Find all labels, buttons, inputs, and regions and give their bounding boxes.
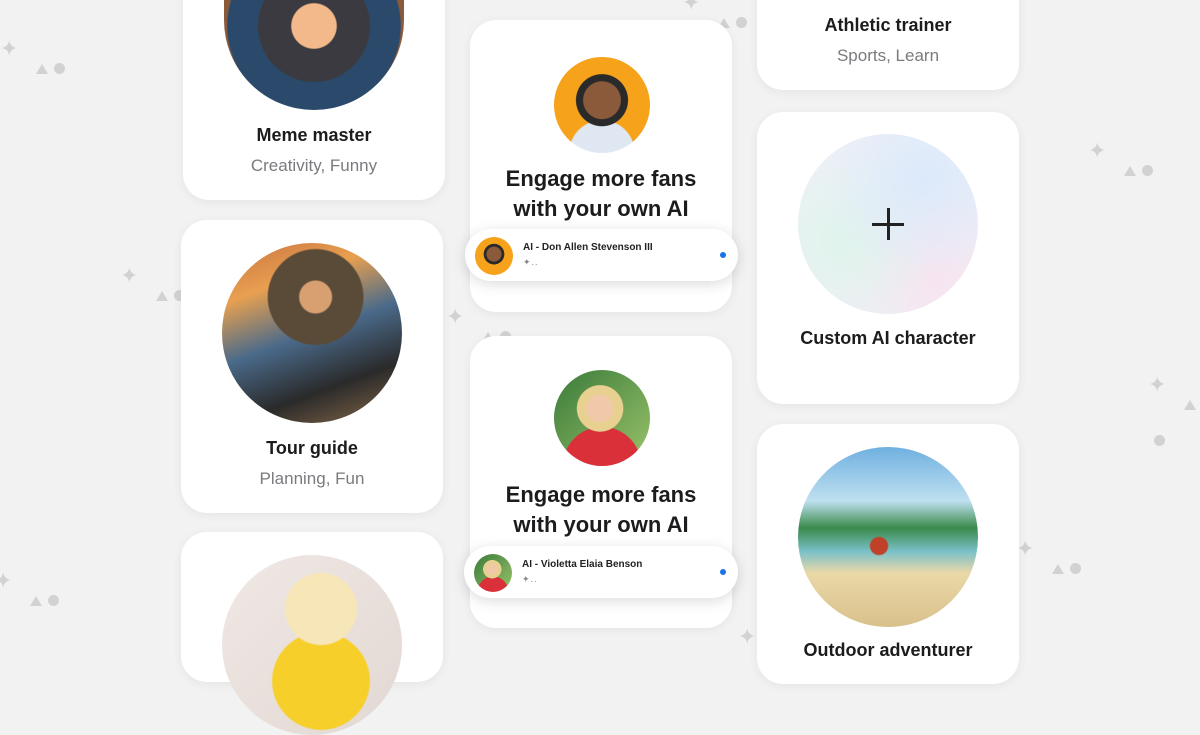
card-tags: Creativity, Funny <box>250 156 378 175</box>
promo-headline: Engage more fans with your own AI <box>505 166 697 221</box>
promo-avatar-2 <box>554 370 650 466</box>
sparkle-decoration: ✦ <box>0 570 60 606</box>
character-card-outdoor-adventurer[interactable]: Outdoor adventurer <box>757 424 1019 684</box>
character-card-tour-guide[interactable]: Tour guide Planning, Fun <box>181 220 443 513</box>
plus-icon[interactable] <box>872 208 904 240</box>
status-dot-icon <box>720 252 726 258</box>
promo-headline: Engage more fans with your own AI <box>505 482 697 537</box>
chip-avatar <box>475 237 513 275</box>
character-card-movie-buff[interactable] <box>181 532 443 735</box>
sparkle-decoration: ✦ <box>120 265 186 301</box>
character-card-meme-master[interactable]: Meme master Creativity, Funny <box>183 0 445 200</box>
chip-avatar <box>474 554 512 592</box>
custom-ai-character-card[interactable]: Custom AI character <box>757 112 1019 404</box>
chip-name: AI - Don Allen Stevenson III <box>523 242 653 253</box>
outdoor-adventurer-avatar <box>798 447 978 627</box>
character-card-athletic-trainer[interactable]: Athletic trainer Sports, Learn <box>757 0 1019 90</box>
card-tags: Planning, Fun <box>259 469 365 488</box>
meme-master-avatar <box>224 0 404 110</box>
sparkle-decoration: ✦ <box>1016 538 1082 574</box>
sparkle-decoration: ✦ <box>0 38 66 74</box>
promo-avatar-1 <box>554 57 650 153</box>
custom-character-circle <box>798 134 978 314</box>
sparkle-decoration: ✦ <box>1088 140 1154 176</box>
card-title: Athletic trainer <box>824 15 952 35</box>
card-title: Tour guide <box>266 438 358 458</box>
status-dot-icon <box>720 569 726 575</box>
chip-name: AI - Violetta Elaia Benson <box>522 559 643 570</box>
tour-guide-avatar <box>222 243 402 423</box>
card-title: Custom AI character <box>800 328 976 348</box>
card-title: Outdoor adventurer <box>803 640 973 660</box>
ai-chat-chip[interactable]: AI - Don Allen Stevenson III ✦.. <box>465 229 738 281</box>
popcorn-avatar <box>222 555 402 735</box>
card-title: Meme master <box>256 125 372 145</box>
sparkle-icon: ✦.. <box>523 257 539 267</box>
ai-chat-chip[interactable]: AI - Violetta Elaia Benson ✦.. <box>464 546 738 598</box>
sparkle-decoration: ✦ <box>1148 374 1200 446</box>
card-tags: Sports, Learn <box>836 46 940 65</box>
sparkle-icon: ✦.. <box>522 574 538 584</box>
